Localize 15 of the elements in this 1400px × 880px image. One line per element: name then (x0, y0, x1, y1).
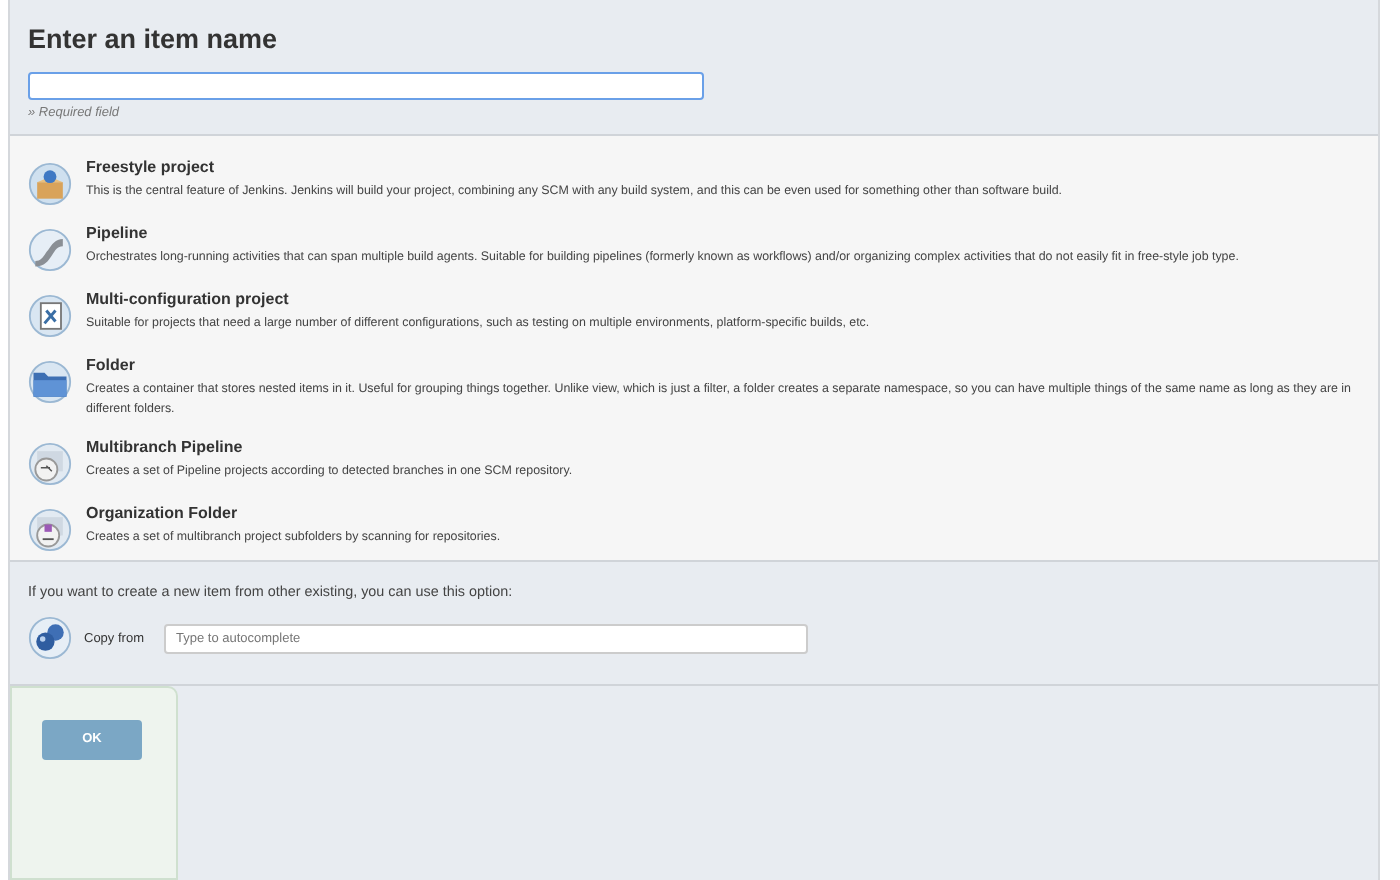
spheres-icon (28, 616, 72, 660)
item-type-icon (28, 442, 72, 486)
item-type-name[interactable]: Folder (86, 356, 1360, 374)
item-type-icon (28, 508, 72, 552)
item-type-name[interactable]: Pipeline (86, 224, 1239, 242)
item-type-name[interactable]: Organization Folder (86, 504, 501, 522)
item-type-name[interactable]: Multi-configuration project (86, 290, 870, 308)
item-type-icon (28, 360, 72, 404)
item-type-icon (28, 294, 72, 338)
item-type-icon (28, 162, 72, 206)
item-type-icon (28, 228, 72, 272)
item-type-name[interactable]: Freestyle project (86, 158, 1063, 176)
item-name-field[interactable] (28, 72, 704, 100)
item-type-name[interactable]: Multibranch Pipeline (86, 438, 573, 456)
page-title: Enter an item name (28, 24, 280, 54)
